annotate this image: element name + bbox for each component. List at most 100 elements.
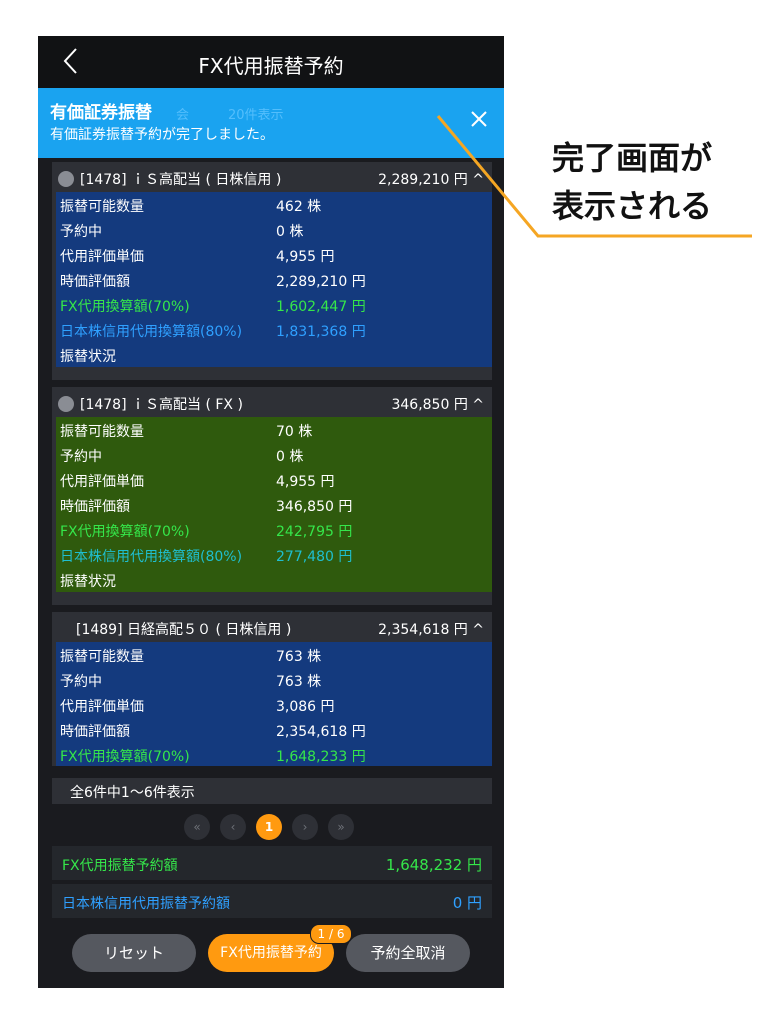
row-value: 462 株 — [276, 199, 322, 215]
security-name: [1489] 日経高配５０ ( 日株信用 ) — [76, 622, 292, 638]
select-radio-icon[interactable] — [58, 171, 74, 187]
reset-button[interactable]: リセット — [72, 934, 196, 972]
detail-row: 時価評価額 2,354,618 円 — [56, 717, 492, 742]
toast-ghost-count: 20件表示 — [228, 108, 284, 123]
detail-row: 時価評価額 2,289,210 円 — [56, 267, 492, 292]
row-label: 振替可能数量 — [60, 649, 144, 665]
row-value: 0 株 — [276, 449, 304, 465]
select-radio-icon[interactable] — [58, 396, 74, 412]
toast-ghost-text: 会 — [176, 108, 190, 123]
card-header[interactable]: [1478] ｉＳ高配当 ( 日株信用 ) 2,289,210 円 ^ — [52, 162, 492, 192]
row-label: 日本株信用代用換算額(80%) — [60, 324, 243, 340]
annotation-line: 完了画面が — [552, 139, 713, 177]
top-bar: FX代用振替予約 — [38, 36, 504, 88]
row-value: 277,480 円 — [276, 549, 353, 565]
row-label: 予約中 — [60, 674, 102, 690]
row-label: 代用評価単価 — [60, 474, 144, 490]
security-card[interactable]: [1489] 日経高配５０ ( 日株信用 ) 2,354,618 円 ^ 振替可… — [52, 612, 492, 766]
detail-row: 予約中 0 株 — [56, 442, 492, 467]
row-label: 予約中 — [60, 449, 102, 465]
row-value: 2,354,618 円 — [276, 724, 366, 740]
row-label: 時価評価額 — [60, 274, 130, 290]
row-label: 振替状況 — [60, 574, 116, 590]
detail-row: 代用評価単価 4,955 円 — [56, 467, 492, 492]
jp-total-label: 日本株信用代用振替予約額 — [62, 896, 230, 912]
last-page-icon[interactable]: » — [328, 814, 354, 840]
first-page-icon[interactable]: « — [184, 814, 210, 840]
security-amount: 2,289,210 円 ^ — [378, 172, 484, 188]
pagination: « ‹ 1 › » — [184, 814, 364, 844]
card-detail-rows: 振替可能数量 763 株 予約中 763 株 代用評価単価 3,086 円 時価評価額… — [56, 642, 492, 766]
detail-row: 代用評価単価 4,955 円 — [56, 242, 492, 267]
securities-list[interactable]: [1478] ｉＳ高配当 ( 日株信用 ) 2,289,210 円 ^ 振替可能… — [52, 162, 492, 766]
toast-message: 有価証券振替予約が完了しました。 — [50, 127, 274, 143]
card-detail-rows: 振替可能数量 70 株 予約中 0 株 代用評価単価 4,955 円 時価評価額 346… — [56, 417, 492, 592]
fx-total-label: FX代用振替予約額 — [62, 858, 178, 874]
row-value: 1,602,447 円 — [276, 299, 366, 315]
page-title: FX代用振替予約 — [198, 54, 344, 78]
row-value: 763 株 — [276, 649, 322, 665]
fx-total-row: FX代用振替予約額 1,648,232 円 — [52, 846, 492, 880]
row-value: 1,831,368 円 — [276, 324, 366, 340]
detail-row: FX代用換算額(70%) 1,648,233 円 — [56, 742, 492, 766]
security-card[interactable]: [1478] ｉＳ高配当 ( 日株信用 ) 2,289,210 円 ^ 振替可能… — [52, 162, 492, 380]
card-header[interactable]: [1478] ｉＳ高配当 ( FX ) 346,850 円 ^ — [52, 387, 492, 417]
detail-row: FX代用換算額(70%) 1,602,447 円 — [56, 292, 492, 317]
result-count-text: 全6件中1～6件表示 — [70, 785, 195, 801]
annotation-line: 表示される — [552, 187, 713, 225]
jp-total-row: 日本株信用代用振替予約額 0 円 — [52, 884, 492, 918]
security-name: [1478] ｉＳ高配当 ( 日株信用 ) — [80, 172, 282, 188]
detail-row: 振替状況 — [56, 567, 492, 592]
row-value: 3,086 円 — [276, 699, 335, 715]
row-value: 4,955 円 — [276, 249, 335, 265]
card-header[interactable]: [1489] 日経高配５０ ( 日株信用 ) 2,354,618 円 ^ — [52, 612, 492, 642]
security-amount: 346,850 円 ^ — [391, 397, 484, 413]
row-label: 振替可能数量 — [60, 424, 144, 440]
row-label: 予約中 — [60, 224, 102, 240]
security-card[interactable]: [1478] ｉＳ高配当 ( FX ) 346,850 円 ^ 振替可能数量 70… — [52, 387, 492, 605]
close-icon[interactable] — [466, 106, 492, 132]
row-label: 時価評価額 — [60, 724, 130, 740]
security-amount: 2,354,618 円 ^ — [378, 622, 484, 638]
detail-row: FX代用換算額(70%) 242,795 円 — [56, 517, 492, 542]
row-value: 242,795 円 — [276, 524, 353, 540]
row-label: FX代用換算額(70%) — [60, 749, 190, 765]
detail-row: 予約中 763 株 — [56, 667, 492, 692]
row-label: FX代用換算額(70%) — [60, 524, 190, 540]
detail-row: 振替状況 — [56, 342, 492, 367]
phone-screen: FX代用振替予約 有価証券振替 有価証券振替予約が完了しました。 会 20件表示… — [38, 36, 504, 988]
reserve-count-badge: 1 / 6 — [310, 924, 352, 944]
cancel-all-button[interactable]: 予約全取消 — [346, 934, 470, 972]
security-name: [1478] ｉＳ高配当 ( FX ) — [80, 397, 243, 413]
row-value: 346,850 円 — [276, 499, 353, 515]
row-value: 2,289,210 円 — [276, 274, 366, 290]
annotation-text: 完了画面が 表示される — [552, 134, 712, 230]
detail-row: 時価評価額 346,850 円 — [56, 492, 492, 517]
detail-row: 予約中 0 株 — [56, 217, 492, 242]
page-number-button[interactable]: 1 — [256, 814, 282, 840]
row-label: 代用評価単価 — [60, 699, 144, 715]
row-value: 0 株 — [276, 224, 304, 240]
row-label: 時価評価額 — [60, 499, 130, 515]
card-detail-rows: 振替可能数量 462 株 予約中 0 株 代用評価単価 4,955 円 時価評価額 2,… — [56, 192, 492, 367]
fx-total-value: 1,648,232 円 — [385, 856, 482, 874]
row-label: FX代用換算額(70%) — [60, 299, 190, 315]
detail-row: 代用評価単価 3,086 円 — [56, 692, 492, 717]
row-label: 日本株信用代用換算額(80%) — [60, 549, 243, 565]
detail-row: 振替可能数量 462 株 — [56, 192, 492, 217]
row-value: 1,648,233 円 — [276, 749, 366, 765]
row-label: 振替状況 — [60, 349, 116, 365]
row-value: 4,955 円 — [276, 474, 335, 490]
row-label: 振替可能数量 — [60, 199, 144, 215]
detail-row: 日本株信用代用換算額(80%) 1,831,368 円 — [56, 317, 492, 342]
toast-title: 有価証券振替 — [50, 103, 152, 123]
completion-toast: 有価証券振替 有価証券振替予約が完了しました。 会 20件表示 — [38, 88, 504, 158]
row-label: 代用評価単価 — [60, 249, 144, 265]
row-value: 763 株 — [276, 674, 322, 690]
jp-total-value: 0 円 — [452, 894, 482, 912]
detail-row: 日本株信用代用換算額(80%) 277,480 円 — [56, 542, 492, 567]
result-summary: 全6件中1～6件表示 — [52, 778, 492, 804]
prev-page-icon[interactable]: ‹ — [220, 814, 246, 840]
row-value: 70 株 — [276, 424, 313, 440]
next-page-icon[interactable]: › — [292, 814, 318, 840]
